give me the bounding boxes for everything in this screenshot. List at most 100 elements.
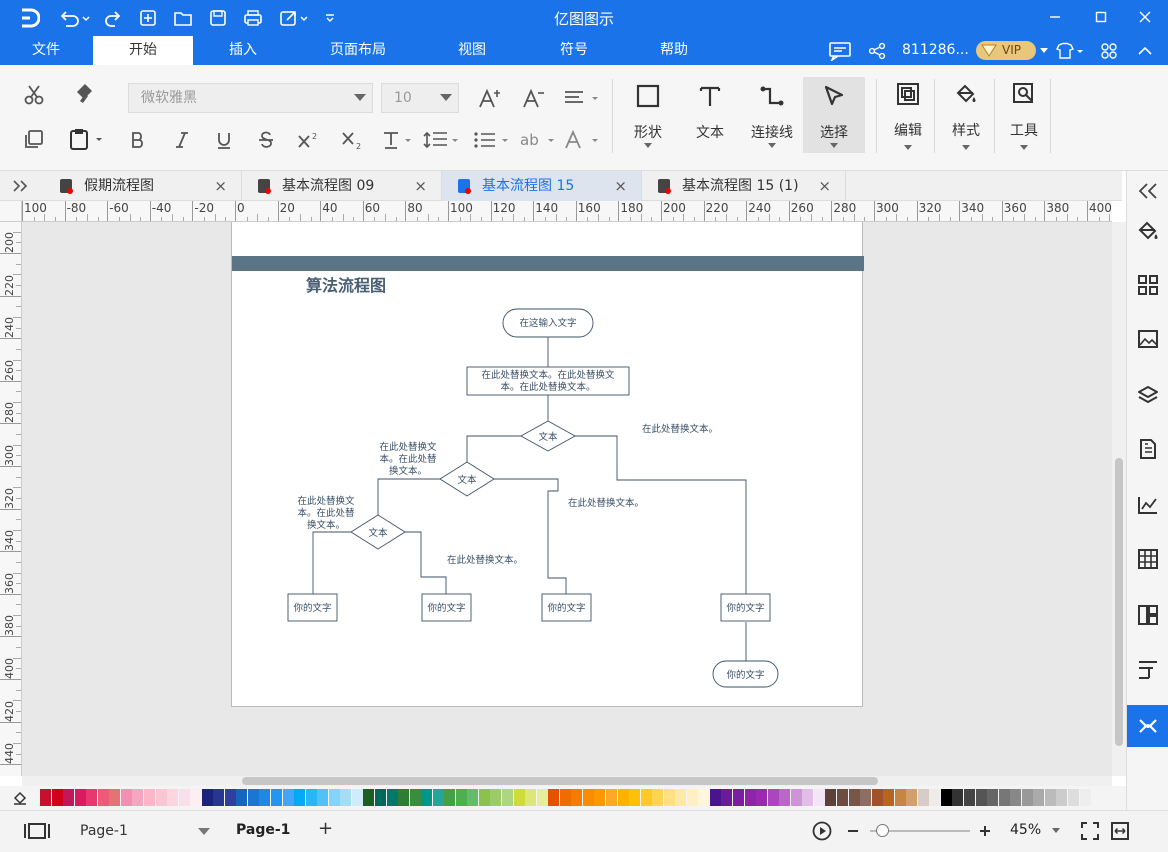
- node-decision-1[interactable]: 文本: [520, 420, 576, 452]
- text-style-icon[interactable]: [380, 127, 416, 153]
- color-swatch[interactable]: [190, 789, 202, 806]
- color-swatch[interactable]: [675, 789, 687, 806]
- copy-icon[interactable]: [20, 125, 48, 153]
- menu-help[interactable]: 帮助: [642, 36, 706, 65]
- color-swatch[interactable]: [490, 789, 502, 806]
- note-left-2-line3[interactable]: 换文本。: [307, 519, 345, 531]
- color-swatch[interactable]: [733, 789, 744, 806]
- diagram-title[interactable]: 算法流程图: [306, 276, 386, 295]
- node-box-4[interactable]: 你的文字: [720, 593, 771, 622]
- zoom-out-icon[interactable]: [844, 821, 862, 841]
- apps-grid-icon[interactable]: [1098, 40, 1120, 62]
- color-swatch[interactable]: [1044, 789, 1056, 806]
- fit-page-icon[interactable]: [1108, 819, 1132, 843]
- color-swatch[interactable]: [1021, 789, 1033, 806]
- color-swatch[interactable]: [178, 789, 190, 806]
- color-swatch[interactable]: [109, 789, 121, 806]
- color-swatch[interactable]: [63, 789, 75, 806]
- color-swatch[interactable]: [548, 789, 560, 806]
- color-swatch[interactable]: [987, 789, 999, 806]
- diagram-page[interactable]: 算法流程图 在这输入文字 在此处替换文本。在此处替换文 本。在此处替换文本。 文…: [231, 222, 864, 707]
- tools-icon[interactable]: [1008, 79, 1040, 109]
- color-swatch[interactable]: [363, 789, 375, 806]
- strikethrough-icon[interactable]: [254, 127, 278, 153]
- note-left-1-line3[interactable]: 换文本。: [389, 465, 427, 477]
- redo-icon[interactable]: [104, 8, 124, 28]
- shape-icon[interactable]: [632, 81, 664, 111]
- tab-basic-flow-15[interactable]: 基本流程图 15 ×: [442, 171, 642, 201]
- menu-symbol[interactable]: 符号: [542, 36, 606, 65]
- color-swatch[interactable]: [224, 789, 236, 806]
- color-swatch[interactable]: [132, 789, 144, 806]
- color-swatch[interactable]: [97, 789, 109, 806]
- underline-icon[interactable]: [212, 127, 236, 153]
- color-swatch[interactable]: [432, 789, 444, 806]
- layers-panel-icon[interactable]: [1127, 375, 1168, 415]
- page-panel-icon[interactable]: [1127, 429, 1168, 469]
- color-swatch[interactable]: [594, 789, 606, 806]
- new-file-icon[interactable]: [137, 7, 159, 29]
- color-swatch[interactable]: [894, 789, 906, 806]
- vertical-scroll-thumb[interactable]: [1115, 458, 1123, 746]
- note-left-2-line2[interactable]: 本。在此处替: [297, 507, 355, 519]
- library-panel-icon[interactable]: [1127, 265, 1168, 305]
- edit-icon[interactable]: [892, 79, 924, 109]
- color-swatch[interactable]: [629, 789, 641, 806]
- text-case-icon[interactable]: ab: [518, 127, 558, 153]
- page-thumbnail-icon[interactable]: [22, 821, 52, 841]
- color-swatch[interactable]: [617, 789, 629, 806]
- node-box-2[interactable]: 你的文字: [421, 593, 472, 622]
- color-swatch[interactable]: [582, 789, 594, 806]
- color-swatch[interactable]: [883, 789, 895, 806]
- color-swatch[interactable]: [1010, 789, 1022, 806]
- italic-icon[interactable]: [170, 127, 194, 153]
- bold-icon[interactable]: [126, 127, 150, 153]
- color-swatch[interactable]: [201, 789, 213, 806]
- color-swatch[interactable]: [236, 789, 248, 806]
- theme-shirt-icon[interactable]: [1054, 40, 1086, 62]
- text-tool-icon[interactable]: [694, 81, 726, 111]
- color-swatch[interactable]: [86, 789, 98, 806]
- tab-holiday-flow[interactable]: 假期流程图 ×: [44, 171, 242, 201]
- color-swatch[interactable]: [1033, 789, 1045, 806]
- close-tab-icon[interactable]: ×: [818, 171, 831, 201]
- color-swatch[interactable]: [790, 789, 802, 806]
- color-swatch[interactable]: [421, 789, 433, 806]
- color-swatch[interactable]: [744, 789, 756, 806]
- maximize-icon[interactable]: [1086, 6, 1116, 28]
- increase-font-icon[interactable]: [476, 85, 506, 111]
- color-swatch[interactable]: [640, 789, 652, 806]
- bullet-list-icon[interactable]: [472, 127, 512, 153]
- zoom-slider-thumb[interactable]: [876, 824, 889, 837]
- line-spacing-icon[interactable]: [422, 127, 462, 153]
- color-swatch[interactable]: [271, 789, 282, 806]
- color-swatch[interactable]: [374, 789, 386, 806]
- paste-icon[interactable]: [66, 125, 106, 153]
- mindmap-panel-icon[interactable]: [1127, 595, 1168, 635]
- fill-panel-icon[interactable]: [1127, 211, 1168, 251]
- note-left-1-line2[interactable]: 本。在此处替: [379, 453, 437, 465]
- color-swatch[interactable]: [467, 789, 479, 806]
- format-painter-icon[interactable]: [70, 79, 100, 109]
- close-tab-icon[interactable]: ×: [614, 171, 627, 201]
- shape-button-label[interactable]: 形状: [626, 122, 670, 142]
- table-panel-icon[interactable]: [1127, 539, 1168, 579]
- color-swatch[interactable]: [282, 789, 294, 806]
- node-box-3[interactable]: 你的文字: [541, 593, 592, 622]
- color-swatch[interactable]: [975, 789, 987, 806]
- vertical-scrollbar[interactable]: [1112, 222, 1126, 776]
- color-swatch[interactable]: [605, 789, 617, 806]
- color-swatch[interactable]: [767, 789, 779, 806]
- expand-panel-icon[interactable]: [8, 176, 34, 196]
- color-swatch[interactable]: [652, 789, 664, 806]
- color-swatch[interactable]: [455, 789, 467, 806]
- comment-icon[interactable]: [826, 39, 854, 63]
- format-panel-icon[interactable]: [1127, 649, 1168, 689]
- collapse-ribbon-icon[interactable]: [1134, 40, 1156, 62]
- color-swatch[interactable]: [444, 789, 456, 806]
- chart-panel-icon[interactable]: [1127, 485, 1168, 525]
- color-swatch[interactable]: [906, 789, 918, 806]
- color-swatch[interactable]: [813, 789, 825, 806]
- color-swatch[interactable]: [409, 789, 421, 806]
- color-swatch[interactable]: [1067, 789, 1079, 806]
